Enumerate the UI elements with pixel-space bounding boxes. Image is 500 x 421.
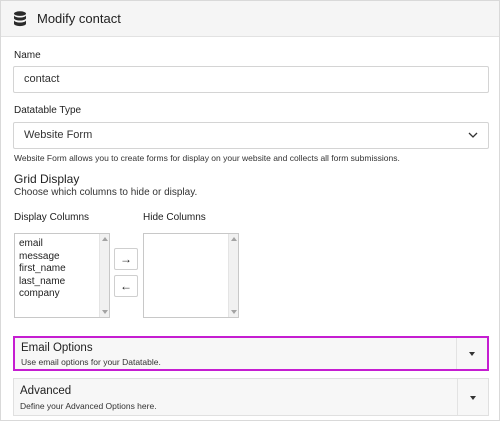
- chevron-down-icon: [468, 132, 478, 138]
- database-icon: [14, 11, 26, 27]
- name-input-value: contact: [24, 73, 60, 85]
- scroll-up-icon[interactable]: [231, 237, 237, 241]
- grid-display-title: Grid Display: [14, 172, 80, 186]
- divider: [456, 338, 457, 369]
- datatable-type-help: Website Form allows you to create forms …: [14, 153, 400, 163]
- list-item[interactable]: message: [19, 251, 66, 264]
- divider: [457, 379, 458, 415]
- page-title: Modify contact: [37, 11, 121, 26]
- caret-down-icon[interactable]: [469, 352, 475, 356]
- scrollbar[interactable]: [228, 234, 238, 317]
- list-item[interactable]: first_name: [19, 263, 66, 276]
- hide-columns-list[interactable]: [143, 233, 239, 318]
- email-options-title: Email Options: [21, 342, 93, 354]
- hide-columns-label: Hide Columns: [143, 212, 206, 223]
- advanced-title: Advanced: [20, 385, 72, 397]
- datatable-type-selected: Website Form: [24, 129, 93, 141]
- list-item[interactable]: email: [19, 238, 66, 251]
- caret-down-icon[interactable]: [470, 396, 476, 400]
- display-columns-label: Display Columns: [14, 212, 90, 223]
- scroll-down-icon[interactable]: [102, 310, 108, 314]
- advanced-accordion[interactable]: Advanced Define your Advanced Options he…: [13, 378, 489, 416]
- scroll-down-icon[interactable]: [231, 310, 237, 314]
- display-columns-items: email message first_name last_name compa…: [19, 238, 66, 301]
- email-options-subtitle: Use email options for your Datatable.: [21, 357, 161, 367]
- move-to-display-button[interactable]: ←: [114, 275, 138, 297]
- scroll-up-icon[interactable]: [102, 237, 108, 241]
- datatable-type-label: Datatable Type: [14, 105, 82, 116]
- list-item[interactable]: company: [19, 288, 66, 301]
- name-input[interactable]: contact: [13, 66, 489, 93]
- grid-display-subtitle: Choose which columns to hide or display.: [14, 187, 198, 198]
- datatable-type-select[interactable]: Website Form: [13, 122, 489, 149]
- list-item[interactable]: last_name: [19, 276, 66, 289]
- panel-header: Modify contact: [1, 1, 499, 37]
- email-options-accordion[interactable]: Email Options Use email options for your…: [13, 336, 489, 371]
- name-label: Name: [14, 50, 41, 61]
- move-to-hide-button[interactable]: →: [114, 248, 138, 270]
- modify-contact-panel: Modify contact Name contact Datatable Ty…: [0, 0, 500, 421]
- scrollbar[interactable]: [99, 234, 109, 317]
- advanced-subtitle: Define your Advanced Options here.: [20, 401, 157, 411]
- display-columns-list[interactable]: email message first_name last_name compa…: [14, 233, 110, 318]
